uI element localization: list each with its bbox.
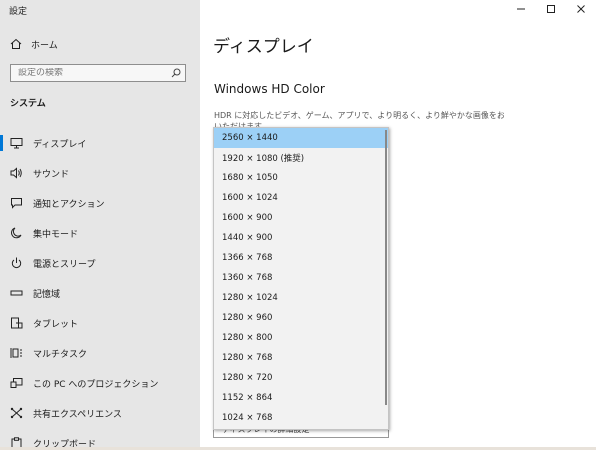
power-icon	[9, 256, 23, 270]
scrollbar[interactable]	[384, 128, 388, 429]
search-box[interactable]	[10, 64, 186, 82]
sidebar-item-notifications[interactable]: 通知とアクション	[0, 188, 200, 218]
multitask-icon	[9, 346, 23, 360]
sidebar-item-label: この PC へのプロジェクション	[33, 379, 159, 390]
home-icon	[10, 38, 22, 49]
sidebar-item-label: ディスプレイ	[33, 139, 87, 150]
sidebar-item-label: 通知とアクション	[33, 199, 105, 210]
resolution-option[interactable]: 1280 × 1024	[214, 288, 388, 308]
hd-color-heading: Windows HD Color	[214, 82, 325, 96]
resolution-option[interactable]: 1600 × 1024	[214, 188, 388, 208]
search-input[interactable]	[18, 68, 168, 78]
tablet-icon	[9, 316, 23, 330]
sidebar: 設定 ホーム システム ディスプレイ サウンド 通知とアクション 集中モード 電…	[0, 0, 200, 450]
description-line: HDR に対応したビデオ、ゲーム、アプリで、より明るく、より鮮やかな画像をお楽し…	[214, 111, 504, 120]
sidebar-item-label: マルチタスク	[33, 349, 88, 360]
main-content: ディスプレイ Windows HD Color HDR に対応したビデオ、ゲーム…	[200, 0, 596, 450]
home-label: ホーム	[31, 40, 58, 51]
maximize-icon	[547, 5, 555, 13]
sidebar-item-label: サウンド	[33, 169, 70, 180]
sidebar-item-label: タブレット	[33, 319, 79, 330]
sidebar-item-label: 集中モード	[33, 229, 79, 240]
maximize-button[interactable]	[536, 0, 566, 18]
message-icon	[9, 196, 23, 210]
scrollbar-thumb[interactable]	[385, 130, 387, 405]
resolution-option[interactable]: 1280 × 960	[214, 308, 388, 328]
resolution-option[interactable]: 1024 × 768	[214, 408, 388, 428]
resolution-option[interactable]: 1280 × 768	[214, 348, 388, 368]
resolution-option[interactable]: 1680 × 1050	[214, 168, 388, 188]
resolution-option[interactable]: 1920 × 1080 (推奨)	[214, 148, 388, 168]
resolution-option[interactable]: 1280 × 800	[214, 328, 388, 348]
search-icon[interactable]	[171, 68, 181, 78]
sidebar-item-label: 共有エクスペリエンス	[33, 409, 122, 420]
sidebar-nav: ディスプレイ サウンド 通知とアクション 集中モード 電源とスリープ 記憶域 タ…	[0, 128, 200, 458]
resolution-option[interactable]: 1600 × 900	[214, 208, 388, 228]
moon-icon	[9, 226, 23, 240]
resolution-options: 2560 × 1440 1920 × 1080 (推奨) 1680 × 1050 16…	[214, 128, 388, 428]
close-button[interactable]	[566, 0, 596, 18]
sidebar-item-multitask[interactable]: マルチタスク	[0, 338, 200, 368]
sidebar-item-power[interactable]: 電源とスリープ	[0, 248, 200, 278]
speaker-icon	[9, 166, 23, 180]
resolution-option[interactable]: 1366 × 768	[214, 248, 388, 268]
sidebar-item-projection[interactable]: この PC へのプロジェクション	[0, 368, 200, 398]
shared-icon	[9, 406, 23, 420]
home-link[interactable]: ホーム	[10, 36, 58, 52]
window-controls	[506, 0, 596, 18]
sidebar-item-tablet[interactable]: タブレット	[0, 308, 200, 338]
monitor-icon	[9, 136, 23, 150]
page-title: ディスプレイ	[213, 37, 314, 57]
sidebar-item-sound[interactable]: サウンド	[0, 158, 200, 188]
resolution-option[interactable]: 2560 × 1440	[214, 128, 388, 148]
minimize-button[interactable]	[506, 0, 536, 18]
sidebar-item-display[interactable]: ディスプレイ	[0, 128, 200, 158]
resolution-dropdown-list[interactable]: 2560 × 1440 1920 × 1080 (推奨) 1680 × 1050 16…	[213, 127, 389, 430]
resolution-option[interactable]: 1280 × 720	[214, 368, 388, 388]
app-title: 設定	[9, 7, 28, 17]
close-icon	[577, 5, 585, 13]
section-heading: システム	[10, 99, 46, 109]
resolution-option[interactable]: 1152 × 864	[214, 388, 388, 408]
sidebar-item-label: 記憶域	[33, 289, 61, 300]
sidebar-item-focus[interactable]: 集中モード	[0, 218, 200, 248]
minimize-icon	[517, 8, 525, 10]
resolution-option[interactable]: 1360 × 768	[214, 268, 388, 288]
resolution-option[interactable]: 1440 × 900	[214, 228, 388, 248]
storage-icon	[9, 286, 23, 300]
sidebar-item-label: 電源とスリープ	[33, 259, 96, 270]
projection-icon	[9, 376, 23, 390]
sidebar-item-shared[interactable]: 共有エクスペリエンス	[0, 398, 200, 428]
sidebar-item-clipboard[interactable]: クリップボード	[0, 428, 200, 458]
sidebar-item-storage[interactable]: 記憶域	[0, 278, 200, 308]
